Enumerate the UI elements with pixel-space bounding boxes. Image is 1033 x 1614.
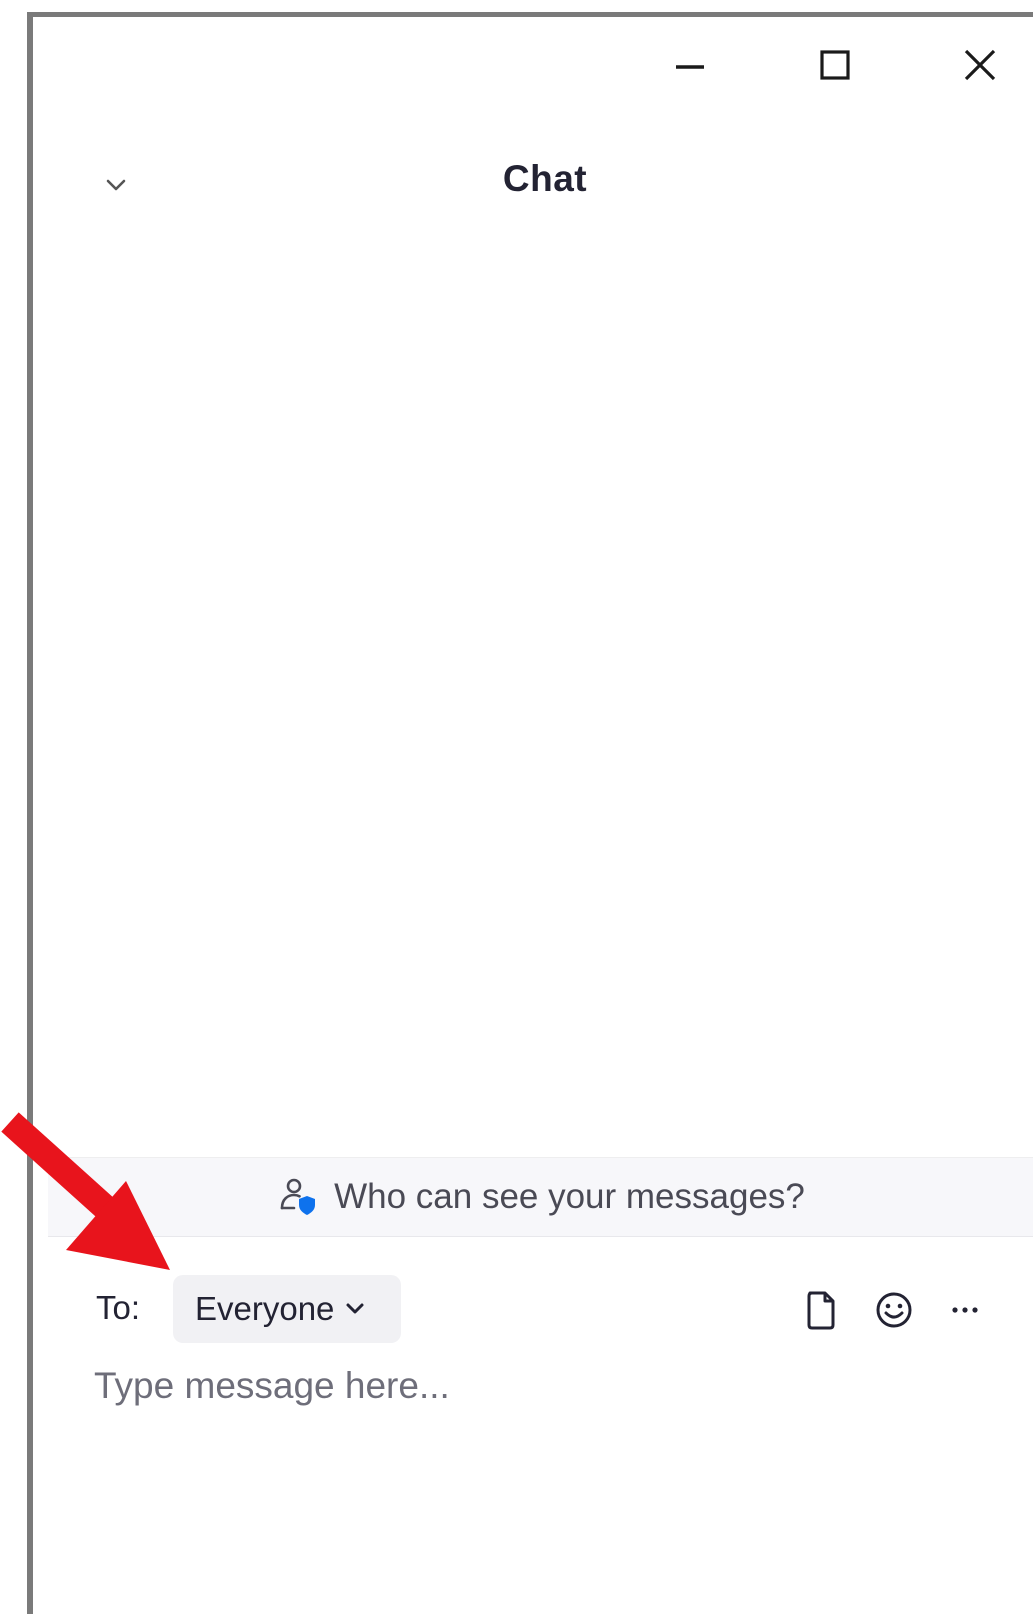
emoji-icon	[876, 1292, 912, 1328]
who-can-see-banner[interactable]: Who can see your messages?	[48, 1157, 1033, 1237]
who-can-see-text: Who can see your messages?	[334, 1177, 805, 1216]
attach-file-button[interactable]	[797, 1286, 845, 1334]
message-input[interactable]	[94, 1365, 994, 1565]
recipient-label: Everyone	[195, 1290, 335, 1327]
recipient-dropdown[interactable]: Everyone	[173, 1275, 401, 1343]
more-icon	[952, 1307, 978, 1313]
more-options-button[interactable]	[941, 1286, 989, 1334]
page-title: Chat	[502, 158, 588, 199]
close-icon	[964, 49, 996, 81]
to-label: To:	[96, 1289, 141, 1326]
chevron-down-icon	[344, 1300, 366, 1318]
maximize-button[interactable]	[805, 40, 865, 90]
emoji-button[interactable]	[870, 1286, 918, 1334]
minimize-icon	[676, 65, 704, 69]
window-border-top	[27, 12, 1033, 17]
maximize-icon	[820, 50, 850, 80]
minimize-button[interactable]	[660, 40, 720, 90]
file-icon	[807, 1291, 835, 1330]
chat-window: Chat Who can see your messages? To: Ever…	[0, 0, 1033, 1614]
user-shield-icon	[276, 1174, 322, 1220]
message-list	[33, 230, 1033, 1150]
close-button[interactable]	[950, 40, 1010, 90]
